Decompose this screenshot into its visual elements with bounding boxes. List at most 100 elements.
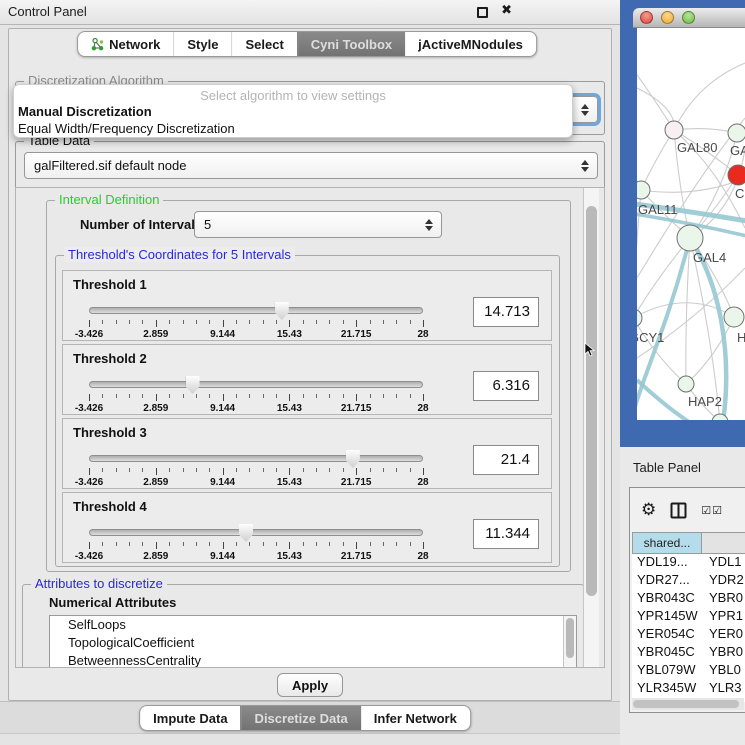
network-node[interactable] xyxy=(665,121,683,139)
dropdown-item-equal-width[interactable]: Equal Width/Frequency Discretization xyxy=(14,120,572,137)
numerical-attributes-list[interactable]: SelfLoopsTopologicalCoefficientBetweenne… xyxy=(49,615,577,668)
table-data-combobox[interactable]: galFiltered.sif default node xyxy=(24,152,598,179)
node-label: H xyxy=(737,330,745,345)
table-data-group: Table Data galFiltered.sif default node xyxy=(15,141,605,191)
attribute-item[interactable]: TopologicalCoefficient xyxy=(50,634,576,652)
slider-track[interactable] xyxy=(89,529,423,536)
zoom-traffic-light-icon[interactable] xyxy=(682,11,695,24)
slider-ticks xyxy=(89,468,423,476)
interval-definition-title: Interval Definition xyxy=(55,192,163,207)
settings-scrollbar-thumb[interactable] xyxy=(586,206,597,596)
tab-impute-data[interactable]: Impute Data xyxy=(140,706,240,730)
threshold-label: Threshold 2 xyxy=(73,351,147,366)
threshold-value-field[interactable]: 14.713 xyxy=(473,297,539,327)
tick-label: 28 xyxy=(417,551,428,562)
control-panel-titlebar: Control Panel ✖ xyxy=(0,0,620,25)
node-label: GAL11 xyxy=(638,202,678,217)
control-panel-title: Control Panel xyxy=(8,4,87,19)
control-panel-body: Discretization Algorithm Select algorith… xyxy=(8,28,612,701)
gear-icon[interactable]: ⚙ xyxy=(641,500,656,520)
network-node[interactable] xyxy=(678,376,694,392)
table-row[interactable]: YLR345WYLR3 xyxy=(632,680,745,698)
table-data-value: galFiltered.sif default node xyxy=(34,158,186,173)
minimize-traffic-light-icon[interactable] xyxy=(661,11,674,24)
column-header-shared[interactable]: shared... xyxy=(632,532,702,554)
table-row[interactable]: YER054CYER0 xyxy=(632,626,745,644)
mouse-cursor xyxy=(584,342,595,357)
node-label: GAL80 xyxy=(677,140,717,155)
attribute-item[interactable]: BetweennessCentrality xyxy=(50,652,576,668)
columns-icon[interactable] xyxy=(670,502,687,519)
table-hscrollbar-thumb[interactable] xyxy=(633,700,739,708)
interval-definition-group: Interval Definition Number of Intervals … xyxy=(46,200,571,572)
slider-ticks xyxy=(89,394,423,402)
numerical-attributes-heading: Numerical Attributes xyxy=(49,595,176,610)
threshold-slider[interactable]: -3.4262.8599.14415.4321.71528 xyxy=(89,307,423,339)
threshold-slider[interactable]: -3.4262.8599.14415.4321.71528 xyxy=(89,381,423,413)
network-node[interactable] xyxy=(637,309,642,327)
network-window-titlebar[interactable] xyxy=(633,8,745,28)
apply-button[interactable]: Apply xyxy=(277,673,343,697)
tab-jactivemnodules[interactable]: jActiveMNodules xyxy=(405,32,536,56)
tick-label: -3.426 xyxy=(75,329,103,340)
table-row[interactable]: YPR145WYPR1 xyxy=(632,608,745,626)
network-node[interactable] xyxy=(724,307,744,327)
network-node[interactable] xyxy=(677,225,703,251)
tick-label: 28 xyxy=(417,477,428,488)
tab-select[interactable]: Select xyxy=(231,32,296,56)
tick-label: 28 xyxy=(417,329,428,340)
network-canvas[interactable]: GAL80GACGAL11GAL4GCY1HHAP2 xyxy=(637,28,745,420)
float-window-icon[interactable] xyxy=(477,7,488,18)
tab-style[interactable]: Style xyxy=(173,32,231,56)
slider-thumb[interactable] xyxy=(186,376,200,394)
tick-label: 2.859 xyxy=(143,551,168,562)
number-of-intervals-combobox[interactable]: 5 xyxy=(194,211,442,238)
cyni-mode-tabbar: Impute Data Discretize Data Infer Networ… xyxy=(139,705,471,731)
tick-label: 9.144 xyxy=(210,477,235,488)
dropdown-item-manual[interactable]: Manual Discretization xyxy=(14,103,572,120)
column-header-name[interactable]: name xyxy=(702,532,745,554)
threshold-panel-1: Threshold 1-3.4262.8599.14415.4321.71528… xyxy=(62,270,552,341)
slider-thumb[interactable] xyxy=(275,302,289,320)
slider-thumb[interactable] xyxy=(239,524,253,542)
tab-network[interactable]: Network xyxy=(78,32,173,56)
table-row[interactable]: YBR043CYBR0 xyxy=(632,590,745,608)
number-of-intervals-value: 5 xyxy=(204,217,211,232)
threshold-value-field[interactable]: 21.4 xyxy=(473,445,539,475)
slider-track[interactable] xyxy=(89,307,423,314)
slider-track[interactable] xyxy=(89,381,423,388)
threshold-slider[interactable]: -3.4262.8599.14415.4321.71528 xyxy=(89,455,423,487)
threshold-slider[interactable]: -3.4262.8599.14415.4321.71528 xyxy=(89,529,423,561)
table-hscrollbar[interactable] xyxy=(632,698,744,710)
attributes-group-title: Attributes to discretize xyxy=(31,576,167,591)
tab-discretize-data[interactable]: Discretize Data xyxy=(241,706,361,730)
network-icon xyxy=(91,38,104,51)
tick-label: 15.43 xyxy=(277,329,302,340)
slider-thumb[interactable] xyxy=(346,450,360,468)
attribute-item[interactable]: SelfLoops xyxy=(50,616,576,634)
threshold-value-field[interactable]: 6.316 xyxy=(473,371,539,401)
network-node[interactable] xyxy=(728,124,745,142)
attributes-scrollbar[interactable] xyxy=(563,616,576,668)
close-traffic-light-icon[interactable] xyxy=(640,11,653,24)
network-view-window[interactable]: GAL80GACGAL11GAL4GCY1HHAP2 xyxy=(620,0,745,447)
threshold-value-field[interactable]: 11.344 xyxy=(473,519,539,549)
table-row[interactable]: YDR27...YDR2 xyxy=(632,572,745,590)
checkboxes-icon[interactable]: ☑☑ xyxy=(701,504,723,517)
tick-label: -3.426 xyxy=(75,477,103,488)
table-row[interactable]: YBL079WYBL0 xyxy=(632,662,745,680)
table-row[interactable]: YBR045CYBR0 xyxy=(632,644,745,662)
network-node[interactable] xyxy=(728,165,745,185)
close-icon[interactable]: ✖ xyxy=(501,3,512,18)
tab-cyni-toolbox[interactable]: Cyni Toolbox xyxy=(297,32,405,56)
network-node[interactable] xyxy=(637,181,650,199)
table-row[interactable]: YDL19...YDL1 xyxy=(632,554,745,572)
tick-label: 28 xyxy=(417,403,428,414)
slider-track[interactable] xyxy=(89,455,423,462)
tab-infer-network[interactable]: Infer Network xyxy=(361,706,470,730)
settings-scrollbar[interactable] xyxy=(583,188,599,667)
attributes-scrollbar-thumb[interactable] xyxy=(566,618,574,658)
tick-label: 21.715 xyxy=(341,551,372,562)
threshold-panel-2: Threshold 2 -3.4262.8599.14415.4321.71528… xyxy=(62,344,552,415)
number-of-intervals-label: Number of Intervals xyxy=(80,217,202,232)
